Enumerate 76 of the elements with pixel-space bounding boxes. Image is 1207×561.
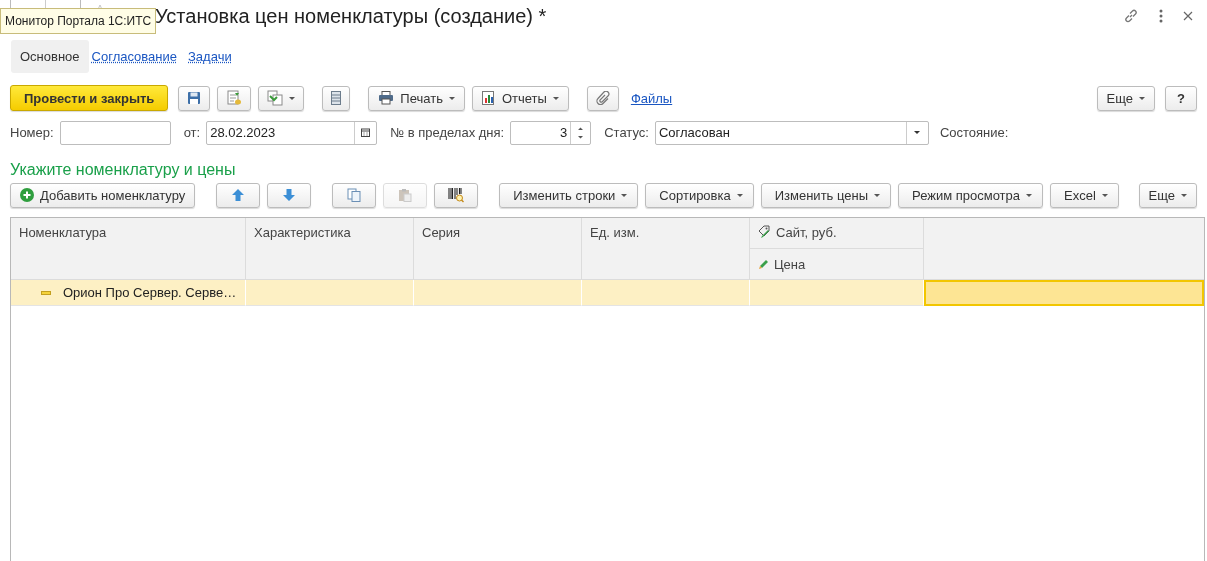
number-field[interactable] <box>59 120 171 145</box>
caret-icon <box>1101 193 1108 197</box>
field-label: от: <box>183 125 201 140</box>
document-arrow-icon <box>226 90 243 106</box>
barcode-search-button[interactable] <box>434 182 479 208</box>
arrow-up-icon <box>232 189 245 201</box>
menu-button[interactable]: Изменить цены <box>760 182 892 208</box>
date-field[interactable]: 28.02.2023 <box>206 120 378 145</box>
clipboard-icon <box>398 188 413 202</box>
window-title: Установка цен номенклатуры (создание) * <box>155 4 547 28</box>
column-header[interactable]: Сайт, руб. <box>750 218 924 249</box>
caret-icon <box>914 131 921 134</box>
create-based-on-button[interactable] <box>258 85 305 111</box>
attach-button[interactable] <box>586 85 619 111</box>
caret-icon <box>1181 193 1187 197</box>
chart-document-icon <box>481 91 496 105</box>
table-cell[interactable]: Орион Про Сервер. Серве… <box>11 280 246 306</box>
more-button[interactable]: Еще <box>1096 85 1155 111</box>
files-link[interactable]: Файлы <box>630 90 673 106</box>
pencil-icon <box>758 258 770 270</box>
price-tag-pencil-icon <box>758 225 772 239</box>
structure-button[interactable] <box>322 85 351 111</box>
save-button[interactable] <box>178 85 211 111</box>
tooltip: Монитор Портала 1С:ИТС <box>0 8 157 34</box>
menu-button[interactable]: Сортировка <box>645 182 754 208</box>
printer-icon <box>378 91 395 105</box>
help-button[interactable]: ? <box>1165 85 1197 111</box>
day-number-field[interactable]: 3 <box>510 120 592 145</box>
plus-circle-icon <box>20 188 34 202</box>
move-down-button[interactable] <box>267 182 312 208</box>
copy-icon <box>347 188 362 202</box>
table-cell[interactable] <box>924 280 1204 306</box>
menu-button[interactable]: Изменить строки <box>499 182 639 208</box>
column-header[interactable]: Характеристика <box>246 218 414 280</box>
caret-icon <box>1139 96 1145 100</box>
tab[interactable]: Согласование <box>91 40 187 72</box>
item-marker-icon <box>41 290 51 295</box>
barcode-magnifier-icon <box>448 187 465 203</box>
field-label: № в пределах дня: <box>390 125 505 140</box>
caret-icon <box>1026 193 1033 197</box>
post-and-close-button[interactable]: Провести и закрыть <box>10 85 169 111</box>
section-title: Укажите номенклатуру и цены <box>9 161 237 179</box>
move-up-button[interactable] <box>216 182 261 208</box>
more-button[interactable]: Еще <box>1138 182 1197 208</box>
column-header[interactable]: Ед. изм. <box>582 218 750 280</box>
caret-icon <box>289 96 296 100</box>
field-label: Состояние: <box>939 125 1009 140</box>
copy-button[interactable] <box>332 182 377 208</box>
caret-icon <box>552 96 559 100</box>
column-header[interactable]: Серия <box>414 218 582 280</box>
arrow-down-icon <box>283 189 296 201</box>
spin-arrows-icon <box>578 126 584 139</box>
calendar-icon <box>361 128 371 137</box>
caret-icon <box>736 193 743 197</box>
more-icon[interactable] <box>1159 9 1163 23</box>
caret-icon <box>621 193 628 197</box>
list-icon <box>331 91 342 105</box>
caret-icon <box>874 193 881 197</box>
menu-button[interactable]: Excel <box>1050 182 1119 208</box>
post-button[interactable] <box>217 85 252 111</box>
status-dropdown[interactable]: Согласован <box>654 120 929 145</box>
caret-icon <box>448 96 455 100</box>
menu-button[interactable]: Режим просмотра <box>898 182 1044 208</box>
add-item-button[interactable]: Добавить номенклатуру <box>10 182 196 208</box>
paperclip-icon <box>595 91 610 105</box>
column-header[interactable]: Номенклатура <box>11 218 246 280</box>
column-header[interactable]: Цена <box>750 249 924 280</box>
tab[interactable]: Задачи <box>188 40 242 72</box>
field-label: Статус: <box>604 125 649 140</box>
tab[interactable]: Основное <box>11 39 89 73</box>
link-icon[interactable] <box>1123 8 1139 24</box>
reports-button[interactable]: Отчеты <box>471 85 569 111</box>
documents-arrow-icon <box>267 90 284 106</box>
print-button[interactable]: Печать <box>368 85 465 111</box>
close-icon[interactable] <box>1183 11 1193 21</box>
field-label: Номер: <box>10 125 54 140</box>
